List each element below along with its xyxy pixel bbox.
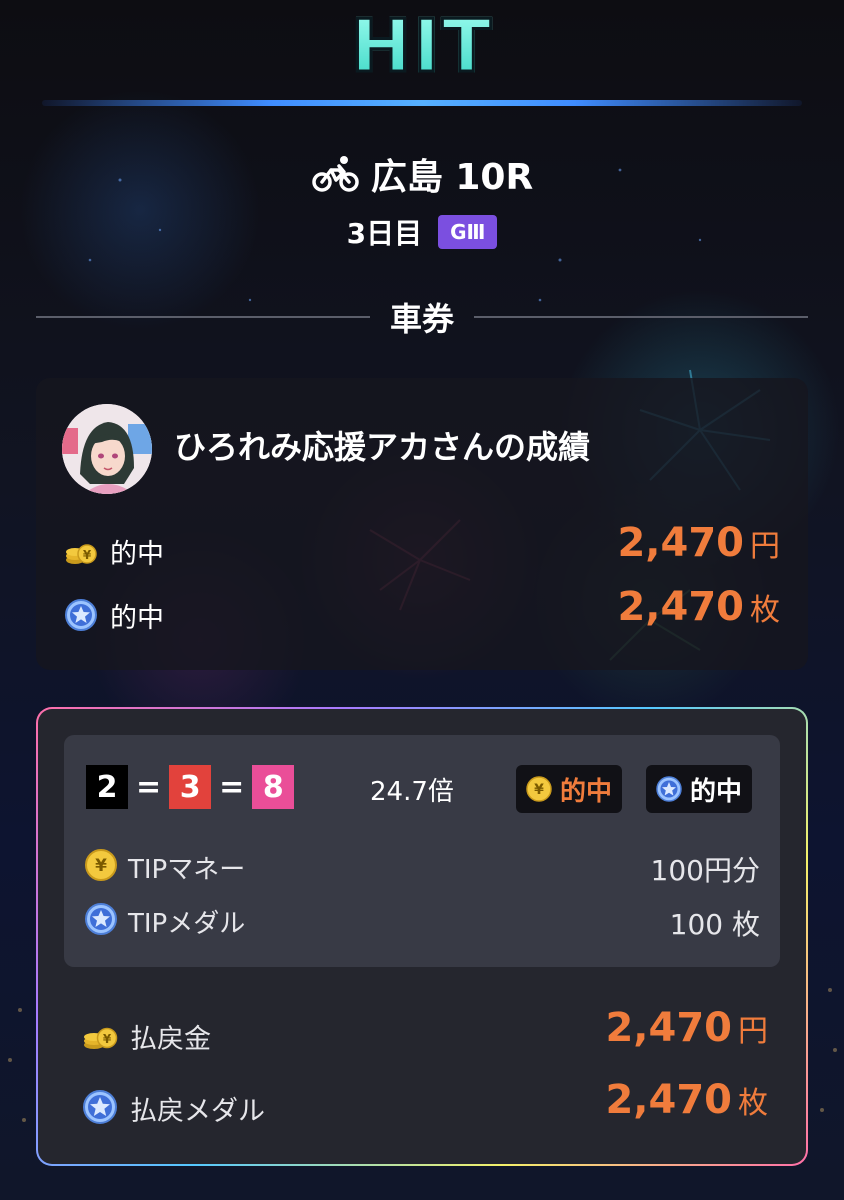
money-hit-amount: 2,470 円 <box>617 520 780 566</box>
payout-money-row: ¥ 払戻金 2,470 円 <box>82 1005 768 1065</box>
payout-medal-label: 払戻メダル <box>130 1096 265 1127</box>
medal-hit-row: 的中 2,470 枚 <box>64 584 780 644</box>
coins-icon: ¥ <box>84 1027 118 1049</box>
combination-separator: = <box>136 769 162 805</box>
bicycle-icon <box>312 156 359 192</box>
coins-icon: ¥ <box>66 544 97 564</box>
payout-money-unit: 円 <box>738 1014 768 1049</box>
race-day: 3日目 <box>346 217 423 250</box>
money-hit-row: ¥ 的中 2,470 円 <box>64 520 780 580</box>
race-meta: 3日目 GⅢ <box>0 210 844 254</box>
avatar-illustration <box>62 404 152 494</box>
payout-medal-unit: 枚 <box>738 1086 768 1121</box>
race-venue-round: 広島 10R <box>370 157 534 198</box>
money-hit-label: 的中 <box>110 539 164 570</box>
payout-medal-amount: 2,470 枚 <box>605 1077 768 1123</box>
combination-separator: = <box>219 769 245 805</box>
header-divider <box>42 100 802 106</box>
tip-medal-row: TIPメダル 100 枚 <box>84 897 760 941</box>
svg-text:¥: ¥ <box>103 1032 112 1046</box>
svg-text:¥: ¥ <box>534 782 544 798</box>
money-hit-badge: ¥ 的中 <box>516 765 623 813</box>
tip-money-value: 100円分 <box>650 854 760 887</box>
odds-value: 24.7倍 <box>370 777 454 807</box>
medal-hit-label: 的中 <box>110 603 164 634</box>
bracket-number-1: 2 <box>86 765 128 809</box>
yen-coin-icon: ¥ <box>85 849 117 881</box>
hit-logo: HIT <box>0 5 844 88</box>
tip-money-label: TIPマネー <box>128 855 246 885</box>
medal-hit-value: 2,470 <box>617 584 744 630</box>
user-record-card: ひろれみ応援アカさんの成績 ¥ 的中 2,470 円 的中 2,470 枚 <box>36 378 808 670</box>
medal-hit-badge: 的中 <box>646 765 753 813</box>
bet-combination: 2 = 3 = 8 <box>86 765 295 809</box>
bet-card-frame: 2 = 3 = 8 24.7倍 ¥ 的中 的中 ¥ TIPマネー 100円分 T… <box>36 707 808 1166</box>
section-rule-right <box>474 316 809 318</box>
money-hit-unit: 円 <box>750 529 780 564</box>
svg-text:¥: ¥ <box>95 856 107 876</box>
star-medal-icon <box>65 599 97 631</box>
tip-medal-label: TIPメダル <box>128 909 246 939</box>
payout-medal-value: 2,470 <box>605 1077 732 1123</box>
money-hit-badge-label: 的中 <box>560 776 613 807</box>
star-medal-icon <box>85 903 117 935</box>
payout-medal-row: 払戻メダル 2,470 枚 <box>82 1077 768 1137</box>
star-medal-icon <box>656 776 682 802</box>
yen-coin-icon: ¥ <box>526 776 552 802</box>
bet-detail-panel: 2 = 3 = 8 24.7倍 ¥ 的中 的中 ¥ TIPマネー 100円分 T… <box>64 735 780 967</box>
grade-badge: GⅢ <box>438 215 498 249</box>
tip-money-row: ¥ TIPマネー 100円分 <box>84 843 760 887</box>
section-title: 車券 <box>390 300 455 338</box>
payout-money-label: 払戻金 <box>130 1024 211 1055</box>
bet-card: 2 = 3 = 8 24.7倍 ¥ 的中 的中 ¥ TIPマネー 100円分 T… <box>38 709 806 1164</box>
medal-hit-badge-label: 的中 <box>690 776 743 807</box>
tip-medal-value: 100 枚 <box>669 908 760 941</box>
section-header: 車券 <box>36 292 809 342</box>
star-medal-icon <box>83 1090 117 1124</box>
race-title: 広島 10R <box>0 148 844 200</box>
user-record-title: ひろれみ応援アカさんの成績 <box>174 428 591 466</box>
payout-money-amount: 2,470 円 <box>605 1005 768 1051</box>
bracket-number-3: 8 <box>252 765 295 809</box>
money-hit-value: 2,470 <box>617 520 744 566</box>
user-avatar[interactable] <box>62 404 152 494</box>
medal-hit-unit: 枚 <box>750 593 780 628</box>
svg-text:¥: ¥ <box>83 548 92 562</box>
payout-money-value: 2,470 <box>605 1005 732 1051</box>
medal-hit-amount: 2,470 枚 <box>617 584 780 630</box>
section-rule-left <box>36 316 370 318</box>
bracket-number-2: 3 <box>169 765 212 809</box>
